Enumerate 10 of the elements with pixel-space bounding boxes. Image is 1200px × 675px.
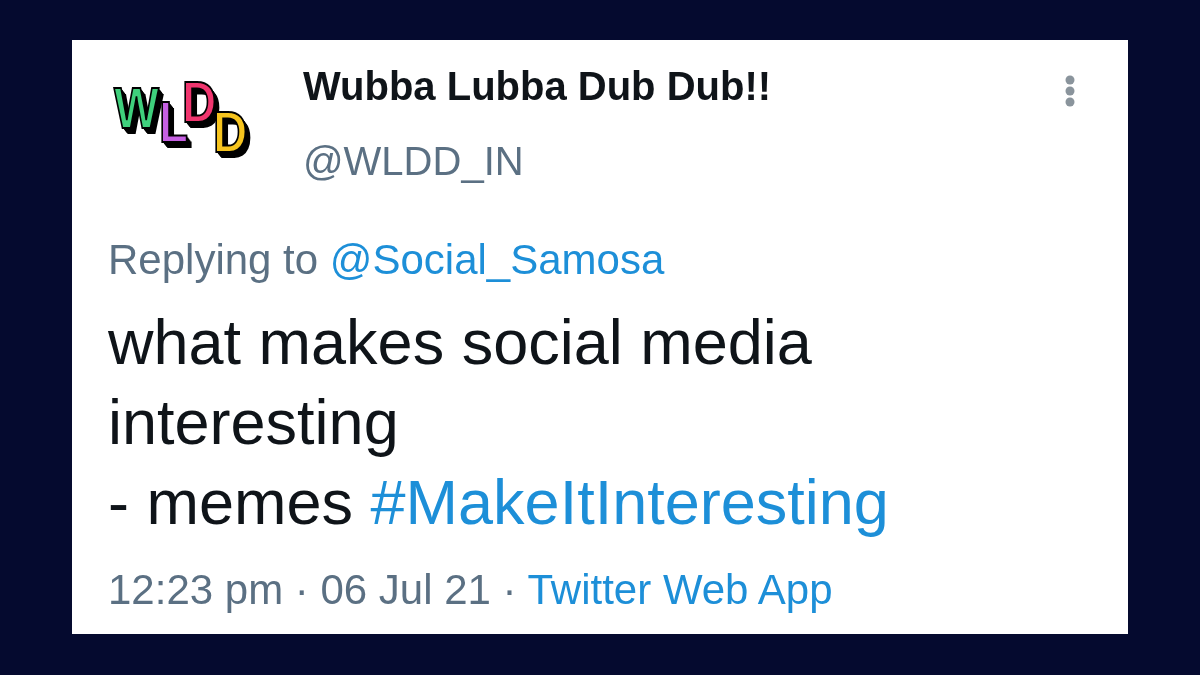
tweet-meta: 12:23 pm · 06 Jul 21 · Twitter Web App bbox=[108, 565, 834, 615]
user-handle: @WLDD_IN bbox=[303, 138, 525, 185]
source-link[interactable]: Twitter Web App bbox=[527, 566, 833, 613]
more-options-icon[interactable] bbox=[1065, 75, 1075, 107]
logo-letter: W bbox=[114, 86, 159, 130]
display-name: Wubba Lubba Dub Dub!! bbox=[303, 63, 772, 110]
reply-context: Replying to @Social_Samosa bbox=[108, 235, 666, 285]
hashtag-link[interactable]: #MakeItInteresting bbox=[370, 467, 889, 537]
mention-link[interactable]: @Social_Samosa bbox=[329, 236, 665, 283]
tweet-text: what makes social media interesting - memes #MakeItInteresting bbox=[108, 306, 890, 539]
